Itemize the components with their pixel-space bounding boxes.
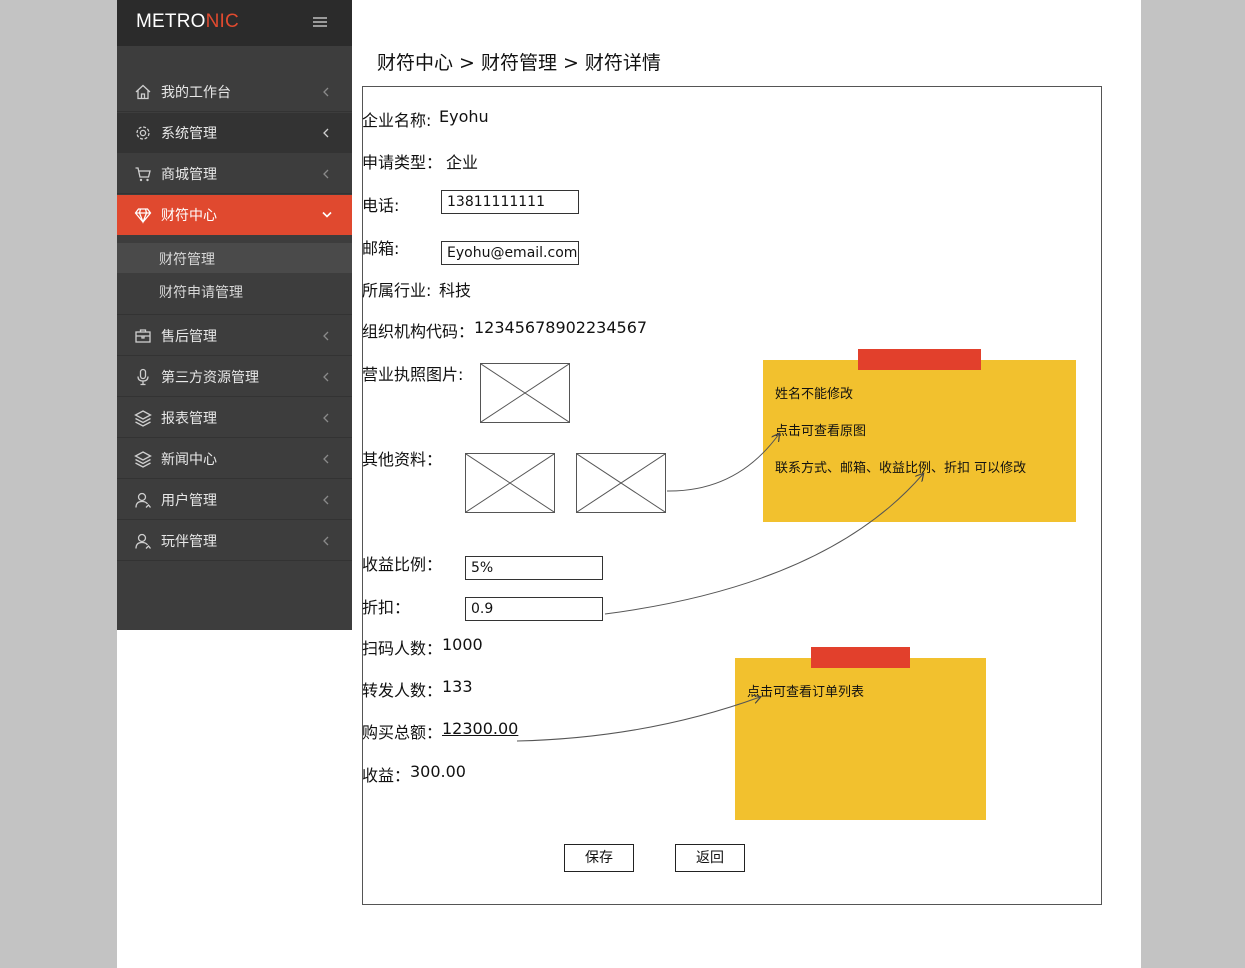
breadcrumb-separator: > [459,52,475,74]
breadcrumb-item: 财符详情 [584,52,661,74]
image-placeholder-icon [577,454,665,512]
phone-field[interactable]: 13811111111 [441,190,579,214]
sidebar-item-label: 玩伴管理 [161,534,217,550]
page-canvas: METRONIC 我的工作台 系统管理 商城管理 财符中心 财符管理 财符申请管… [117,0,1141,968]
chevron-left-icon [323,128,329,138]
submenu-item-fortune-manage[interactable]: 财符管理 [117,243,352,273]
breadcrumb-separator: > [562,52,579,74]
email-label: 邮箱: [362,239,400,258]
sidebar-item-label: 报表管理 [161,411,217,427]
note-tape [858,349,981,370]
org-code-label: 组织机构代码： [362,322,475,341]
diamond-icon [134,208,152,224]
menu-toggle-icon[interactable] [313,17,327,29]
chevron-left-icon [323,372,329,382]
note-text: 点击可查看原图 [775,424,867,439]
discount-field[interactable]: 0.9 [465,597,603,621]
license-label: 营业执照图片: [362,365,464,384]
cart-icon [135,167,151,182]
license-image[interactable] [480,363,570,423]
company-label: 企业名称: [362,111,432,130]
chevron-left-icon [323,495,329,505]
sidebar-item-aftersales[interactable]: 售后管理 [117,316,352,356]
annotation-note: 点击可查看订单列表 [735,647,986,820]
purchase-total-label: 购买总额： [362,723,443,742]
note-text: 姓名不能修改 [775,387,854,402]
briefcase-icon [135,329,151,343]
phone-label: 电话: [362,196,400,215]
layers-icon [134,451,152,468]
annotation-note: 姓名不能修改 点击可查看原图 联系方式、邮箱、收益比例、折扣 可以修改 [763,349,1076,522]
forward-count-value: 133 [442,677,473,696]
chevron-down-icon [322,211,332,218]
sidebar-item-label: 商城管理 [161,167,217,183]
sidebar-item-label: 第三方资源管理 [161,370,259,386]
other-doc-image[interactable] [465,453,555,513]
sidebar-item-label: 用户管理 [161,493,217,509]
back-button[interactable]: 返回 [675,844,745,872]
sidebar-item-news[interactable]: 新闻中心 [117,439,352,479]
apply-type-value: 企业 [446,153,479,172]
apply-type-label: 申请类型： [362,153,443,172]
submenu-item-label: 财符申请管理 [159,285,243,301]
sidebar-item-label: 售后管理 [161,329,217,345]
sidebar: METRONIC 我的工作台 系统管理 商城管理 财符中心 财符管理 财符申请管… [117,0,352,630]
sidebar-item-label: 我的工作台 [161,85,231,101]
layers-icon [134,410,152,427]
breadcrumb: 财符中心 > 财符管理 > 财符详情 [377,48,667,75]
note-text: 联系方式、邮箱、收益比例、折扣 可以修改 [775,461,1027,476]
sidebar-item-system[interactable]: 系统管理 [117,113,352,153]
sidebar-item-users[interactable]: 用户管理 [117,480,352,520]
chevron-left-icon [323,413,329,423]
image-placeholder-icon [466,454,554,512]
chevron-left-icon [323,454,329,464]
image-placeholder-icon [481,364,569,422]
sidebar-item-workbench[interactable]: 我的工作台 [117,72,352,112]
home-icon [135,84,151,100]
submenu: 财符管理 财符申请管理 [117,235,352,315]
top-bar: METRONIC [117,0,352,46]
user-icon [135,492,152,508]
discount-label: 折扣： [362,598,411,617]
income-value: 300.00 [410,762,466,781]
sidebar-item-third-party[interactable]: 第三方资源管理 [117,357,352,397]
purchase-total-link[interactable]: 12300.00 [442,719,518,738]
note-text: 点击可查看订单列表 [747,685,865,700]
sidebar-item-reports[interactable]: 报表管理 [117,398,352,438]
chevron-left-icon [323,536,329,546]
microphone-icon [137,368,149,386]
scan-count-value: 1000 [442,635,483,654]
ratio-label: 收益比例： [362,555,443,574]
chevron-left-icon [323,169,329,179]
sidebar-item-label: 系统管理 [161,126,217,142]
sidebar-item-label: 财符中心 [161,208,217,224]
email-field[interactable]: Eyohu@email.com [441,241,579,265]
income-label: 收益： [362,766,411,785]
chevron-left-icon [323,87,329,97]
sidebar-item-companions[interactable]: 玩伴管理 [117,521,352,561]
scan-count-label: 扫码人数： [362,639,443,658]
submenu-item-fortune-apply[interactable]: 财符申请管理 [117,276,352,306]
breadcrumb-item[interactable]: 财符管理 [481,52,557,74]
submenu-item-label: 财符管理 [159,252,215,268]
other-docs-label: 其他资料： [362,450,443,469]
industry-label: 所属行业: [362,281,432,300]
gear-icon [136,126,150,140]
chevron-left-icon [323,331,329,341]
industry-value: 科技 [439,281,472,300]
logo: METRONIC [136,11,239,32]
breadcrumb-item[interactable]: 财符中心 [377,52,453,74]
sidebar-item-mall[interactable]: 商城管理 [117,154,352,194]
other-doc-image[interactable] [576,453,666,513]
user-icon [135,533,152,549]
save-button[interactable]: 保存 [564,844,634,872]
sidebar-item-fortune-center[interactable]: 财符中心 [117,195,352,235]
company-value: Eyohu [439,107,489,126]
ratio-field[interactable]: 5% [465,556,603,580]
sidebar-item-label: 新闻中心 [161,452,217,468]
note-tape [811,647,910,668]
forward-count-label: 转发人数： [362,681,443,700]
org-code-value: 12345678902234567 [474,318,648,337]
